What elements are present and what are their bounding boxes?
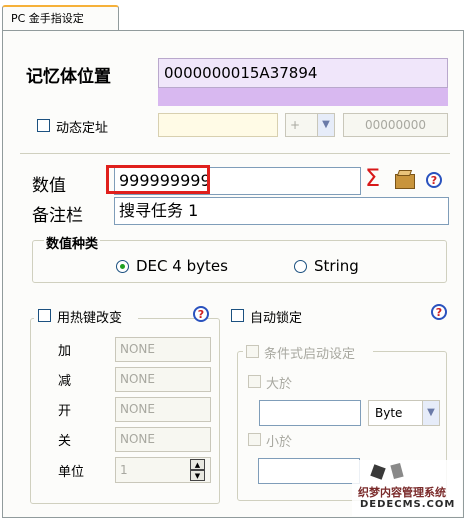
dynamic-addressing-label: 动态定址 <box>56 121 109 136</box>
autolock-help-icon[interactable]: ? <box>431 304 447 320</box>
hotkey-increase-input[interactable]: NONE <box>115 337 211 362</box>
hotkey-decrease-label: 减 <box>58 374 72 389</box>
hotkey-label: 用热键改变 <box>57 311 123 326</box>
less-than-checkbox[interactable] <box>248 433 261 446</box>
type-select[interactable]: Byte ▼ <box>368 400 440 426</box>
radio-dec-4-bytes-label: DEC 4 bytes <box>136 257 228 275</box>
hotkey-off-input[interactable]: NONE <box>115 427 211 452</box>
unit-label: 单位 <box>58 465 85 480</box>
watermark-logo-icon-2 <box>390 462 404 480</box>
less-than-label: 小於 <box>266 435 293 450</box>
dynamic-addressing-checkbox[interactable] <box>37 119 50 132</box>
unit-value: 1 <box>120 463 128 477</box>
watermark-logo-icon <box>370 464 386 480</box>
memory-location-label: 记忆体位置 <box>26 67 111 87</box>
operator-select[interactable]: + ▼ <box>285 113 335 137</box>
hotkey-help-icon[interactable]: ? <box>193 306 209 322</box>
tab-pc-cheat-settings[interactable]: PC 金手指设定 <box>2 5 119 31</box>
radio-string[interactable] <box>294 260 307 273</box>
value-type-title: 数值种类 <box>44 233 101 252</box>
conditional-checkbox[interactable] <box>246 345 259 358</box>
watermark-text: 织梦内容管理系统 <box>358 486 446 499</box>
chevron-down-icon[interactable]: ▼ <box>317 114 334 136</box>
type-value: Byte <box>375 406 403 420</box>
greater-than-label: 大於 <box>266 377 293 392</box>
less-than-input[interactable] <box>258 458 360 484</box>
autolock-label: 自动锁定 <box>250 311 303 326</box>
greater-than-checkbox[interactable] <box>248 375 261 388</box>
radio-dec-4-bytes[interactable] <box>116 260 129 273</box>
conditional-label: 条件式启动设定 <box>264 347 356 362</box>
watermark-domain: DEDECMS.COM <box>360 499 456 510</box>
operator-value: + <box>290 118 301 132</box>
hotkey-decrease-input[interactable]: NONE <box>115 367 211 392</box>
type-chevron-down-icon[interactable]: ▼ <box>422 401 439 425</box>
value-label: 数值 <box>32 176 66 196</box>
note-input[interactable]: 搜寻任务 1 <box>114 197 449 225</box>
stepper-down-icon[interactable]: ▼ <box>190 470 205 481</box>
hotkey-off-label: 关 <box>58 434 72 449</box>
box-icon[interactable] <box>395 174 415 189</box>
hotkey-checkbox[interactable] <box>38 309 51 322</box>
watermark: 织梦内容管理系统 DEDECMS.COM <box>352 460 462 516</box>
offset-input[interactable]: 00000000 <box>343 113 448 137</box>
greater-than-input[interactable] <box>259 400 361 426</box>
radio-string-label: String <box>314 257 359 275</box>
autolock-checkbox[interactable] <box>231 309 244 322</box>
sum-icon[interactable]: Σ <box>365 166 380 190</box>
note-label: 备注栏 <box>32 206 83 226</box>
memory-address-bar <box>158 88 448 106</box>
divider <box>20 153 450 154</box>
dynamic-base-input[interactable] <box>158 113 278 137</box>
value-highlight-box <box>106 165 210 194</box>
hotkey-on-input[interactable]: NONE <box>115 397 211 422</box>
box-icon-lid <box>396 170 413 176</box>
help-icon[interactable]: ? <box>426 172 442 188</box>
memory-address-input[interactable]: 0000000015A37894 <box>158 58 448 88</box>
stepper-up-icon[interactable]: ▲ <box>190 459 205 470</box>
hotkey-increase-label: 加 <box>58 344 72 359</box>
hotkey-on-label: 开 <box>58 404 72 419</box>
